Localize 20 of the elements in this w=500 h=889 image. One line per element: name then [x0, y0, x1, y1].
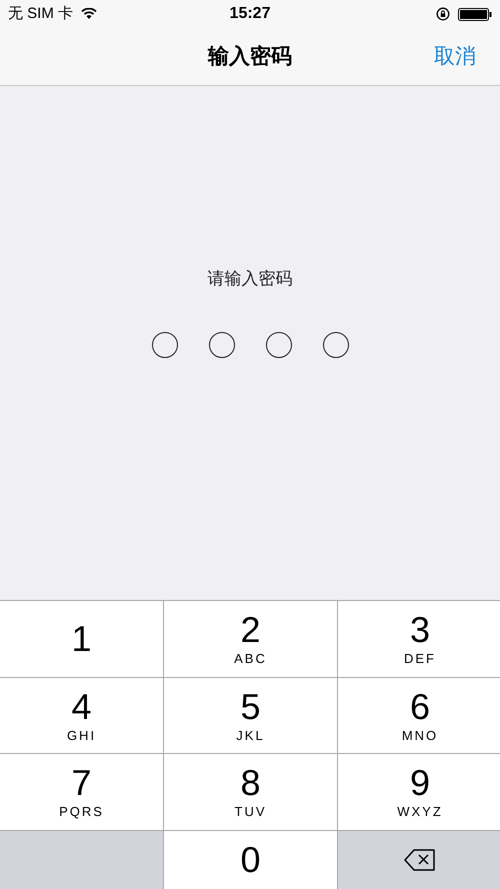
- wifi-icon: [81, 8, 98, 20]
- battery-icon: [458, 8, 492, 20]
- backspace-icon: [404, 848, 436, 872]
- keypad-key[interactable]: 8 TUV: [164, 754, 337, 830]
- keypad-key[interactable]: 1: [0, 601, 163, 676]
- keypad-key[interactable]: 0: [164, 830, 337, 889]
- status-time: 15:27: [230, 4, 270, 24]
- keypad-key[interactable]: 2 ABC: [164, 601, 337, 676]
- delete-key[interactable]: [338, 830, 500, 889]
- keypad-key[interactable]: 4 GHI: [0, 678, 163, 753]
- keypad-key[interactable]: 5 JKL: [164, 678, 337, 753]
- keypad-key[interactable]: 9 WXYZ: [338, 754, 500, 830]
- keypad-key[interactable]: 7 PQRS: [0, 754, 163, 830]
- carrier-label: 无 SIM 卡: [8, 4, 74, 24]
- keypad-key[interactable]: 3 DEF: [338, 601, 500, 676]
- keypad-key[interactable]: 6 MNO: [338, 678, 500, 753]
- cancel-button[interactable]: 取消: [434, 40, 476, 72]
- passcode-prompt: 请输入密码: [208, 268, 292, 290]
- screen-title: 输入密码: [208, 44, 292, 70]
- rotation-lock-icon: [436, 7, 450, 21]
